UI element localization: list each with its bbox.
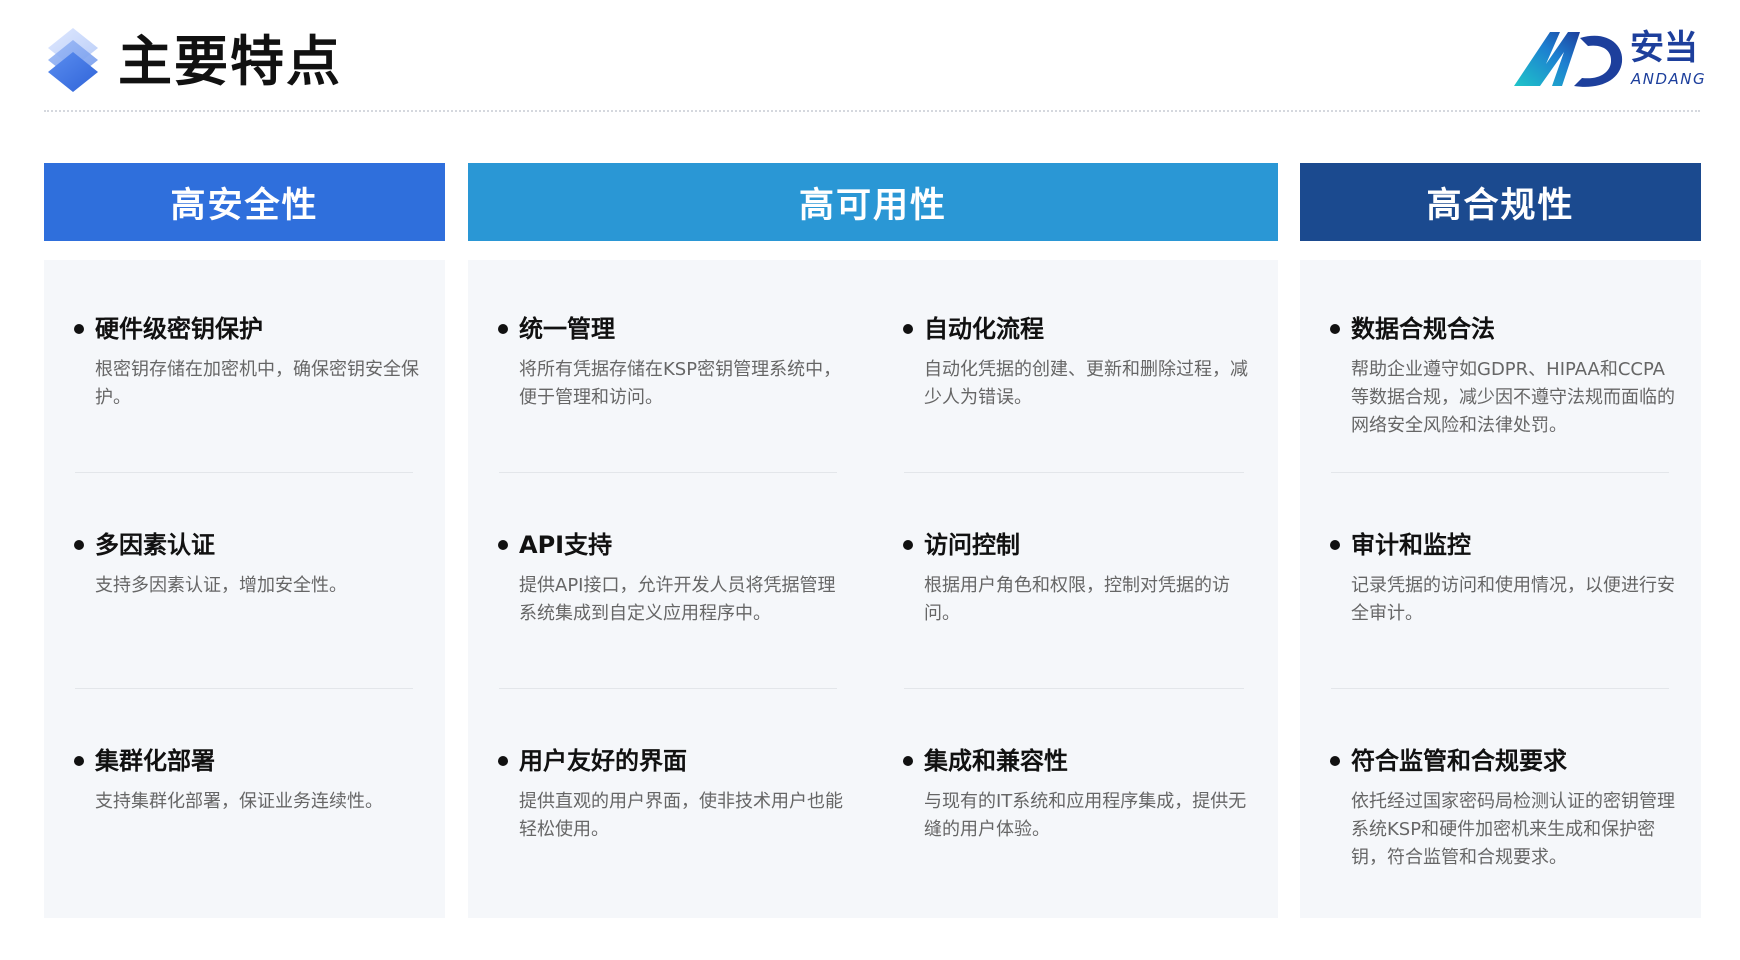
feature-title: 自动化流程: [924, 315, 1044, 343]
header-divider: [44, 110, 1700, 112]
feature-description: 根密钥存储在加密机中，确保密钥安全保护。: [95, 359, 419, 408]
availability-panel: 统一管理 将所有凭据存储在KSP密钥管理系统中，便于管理和访问。 API支持 提…: [468, 260, 1278, 918]
compliance-panel: 数据合规合法 帮助企业遵守如GDPR、HIPAA和CCPA等数据合规，减少因不遵…: [1300, 260, 1701, 918]
compliance-column: 高合规性 数据合规合法 帮助企业遵守如GDPR、HIPAA和CCPA等数据合规，…: [1300, 163, 1701, 918]
feature-description: 支持多因素认证，增加安全性。: [95, 575, 347, 596]
feature-description: 提供直观的用户界面，使非技术用户也能轻松使用。: [519, 791, 843, 840]
logo-text-en: ANDANG: [1631, 70, 1707, 88]
row-divider: [904, 688, 1244, 689]
row-divider: [499, 472, 837, 473]
security-panel: 硬件级密钥保护 根密钥存储在加密机中，确保密钥安全保护。 多因素认证 支持多因素…: [44, 260, 445, 918]
feature-description: 支持集群化部署，保证业务连续性。: [95, 791, 383, 812]
stacked-layers-icon: [44, 24, 102, 96]
row-divider: [1331, 688, 1669, 689]
header: 主要特点 安当 ANDANG: [44, 20, 1705, 112]
feature-title: API支持: [519, 531, 613, 559]
feature-title: 硬件级密钥保护: [95, 315, 263, 343]
feature-title: 数据合规合法: [1351, 315, 1495, 343]
feature-title: 集成和兼容性: [924, 747, 1068, 775]
feature-title: 访问控制: [924, 531, 1020, 559]
feature-title: 符合监管和合规要求: [1351, 747, 1567, 775]
feature-description: 将所有凭据存储在KSP密钥管理系统中，便于管理和访问。: [519, 359, 842, 408]
company-logo: 安当 ANDANG: [1510, 24, 1705, 94]
row-divider: [904, 472, 1244, 473]
feature-description: 依托经过国家密码局检测认证的密钥管理系统KSP和硬件加密机来生成和保护密钥，符合…: [1351, 791, 1675, 868]
page-title: 主要特点: [118, 30, 342, 93]
row-divider: [499, 688, 837, 689]
feature-title: 统一管理: [519, 315, 615, 343]
feature-description: 帮助企业遵守如GDPR、HIPAA和CCPA等数据合规，减少因不遵守法规而面临的…: [1351, 359, 1675, 436]
row-divider: [75, 472, 413, 473]
availability-column: 高可用性 统一管理 将所有凭据存储在KSP密钥管理系统中，便于管理和访问。 AP…: [468, 163, 1278, 918]
availability-header: 高可用性: [468, 163, 1278, 241]
feature-title: 审计和监控: [1351, 531, 1471, 559]
feature-description: 记录凭据的访问和使用情况，以便进行安全审计。: [1351, 575, 1675, 624]
feature-description: 根据用户角色和权限，控制对凭据的访问。: [924, 575, 1230, 624]
feature-title: 集群化部署: [95, 747, 215, 775]
feature-description: 提供API接口，允许开发人员将凭据管理系统集成到自定义应用程序中。: [519, 575, 836, 624]
feature-description: 与现有的IT系统和应用程序集成，提供无缝的用户体验。: [924, 791, 1247, 840]
row-divider: [75, 688, 413, 689]
security-column: 高安全性 硬件级密钥保护 根密钥存储在加密机中，确保密钥安全保护。 多因素认证 …: [44, 163, 445, 918]
security-header: 高安全性: [44, 163, 445, 241]
feature-description: 自动化凭据的创建、更新和删除过程，减少人为错误。: [924, 359, 1248, 408]
feature-title: 多因素认证: [95, 531, 215, 559]
logo-text-cn: 安当: [1630, 28, 1698, 68]
compliance-header: 高合规性: [1300, 163, 1701, 241]
row-divider: [1331, 472, 1669, 473]
slide: 主要特点 安当 ANDANG 高安全性 硬件级密钥保护 根密钥存储在加密机中，确…: [0, 0, 1740, 960]
feature-title: 用户友好的界面: [519, 747, 687, 775]
